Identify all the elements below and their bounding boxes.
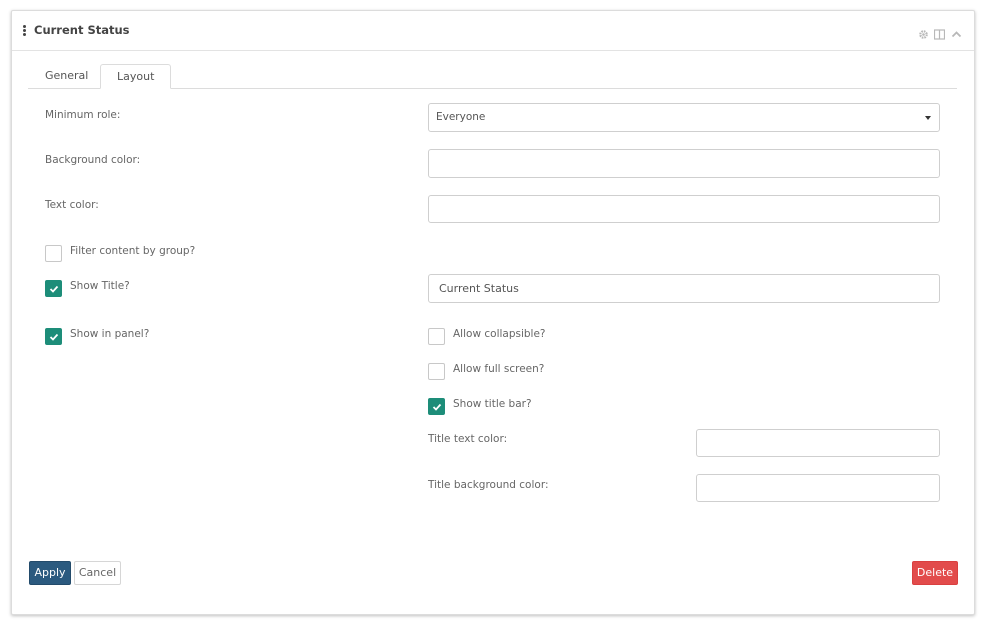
minimum-role-select[interactable]: Everyone	[428, 103, 940, 132]
allow-full-screen-checkbox[interactable]	[428, 363, 445, 380]
tab-bar: General Layout	[28, 64, 957, 89]
panel-title: Current Status	[34, 23, 130, 37]
minimum-role-value: Everyone	[436, 111, 486, 123]
split-view-icon[interactable]	[933, 25, 946, 40]
background-color-label: Background color:	[45, 154, 141, 166]
tab-layout[interactable]: Layout	[100, 64, 172, 89]
cancel-button[interactable]: Cancel	[74, 561, 121, 585]
title-input[interactable]: Current Status	[428, 274, 940, 303]
filter-by-group-label: Filter content by group?	[70, 245, 196, 257]
title-text-color-label: Title text color:	[428, 433, 508, 445]
checkmark-icon	[49, 333, 59, 341]
filter-by-group-checkbox[interactable]	[45, 245, 62, 262]
apply-button[interactable]: Apply	[29, 561, 71, 585]
show-in-panel-label: Show in panel?	[70, 328, 150, 340]
allow-collapsible-label: Allow collapsible?	[453, 328, 546, 340]
title-background-color-input[interactable]	[696, 474, 940, 502]
show-in-panel-checkbox[interactable]	[45, 328, 62, 345]
show-title-checkbox[interactable]	[45, 280, 62, 297]
checkmark-icon	[49, 285, 59, 293]
drag-handle-icon[interactable]	[23, 25, 27, 36]
allow-full-screen-label: Allow full screen?	[453, 363, 545, 375]
panel-header: Current Status	[12, 11, 974, 51]
gear-icon[interactable]	[918, 25, 929, 39]
delete-button[interactable]: Delete	[912, 561, 958, 585]
title-background-color-label: Title background color:	[428, 479, 549, 491]
caret-down-icon	[925, 116, 931, 120]
widget-settings-panel: Current Status General Layout Minimum ro…	[11, 10, 975, 615]
show-title-bar-checkbox[interactable]	[428, 398, 445, 415]
chevron-up-icon[interactable]	[951, 25, 962, 38]
tab-general[interactable]: General	[29, 64, 104, 87]
text-color-input[interactable]	[428, 195, 940, 223]
background-color-input[interactable]	[428, 149, 940, 178]
text-color-label: Text color:	[45, 199, 99, 211]
show-title-label: Show Title?	[70, 280, 130, 292]
title-text-color-input[interactable]	[696, 429, 940, 457]
minimum-role-label: Minimum role:	[45, 109, 121, 121]
allow-collapsible-checkbox[interactable]	[428, 328, 445, 345]
checkmark-icon	[432, 403, 442, 411]
show-title-bar-label: Show title bar?	[453, 398, 532, 410]
